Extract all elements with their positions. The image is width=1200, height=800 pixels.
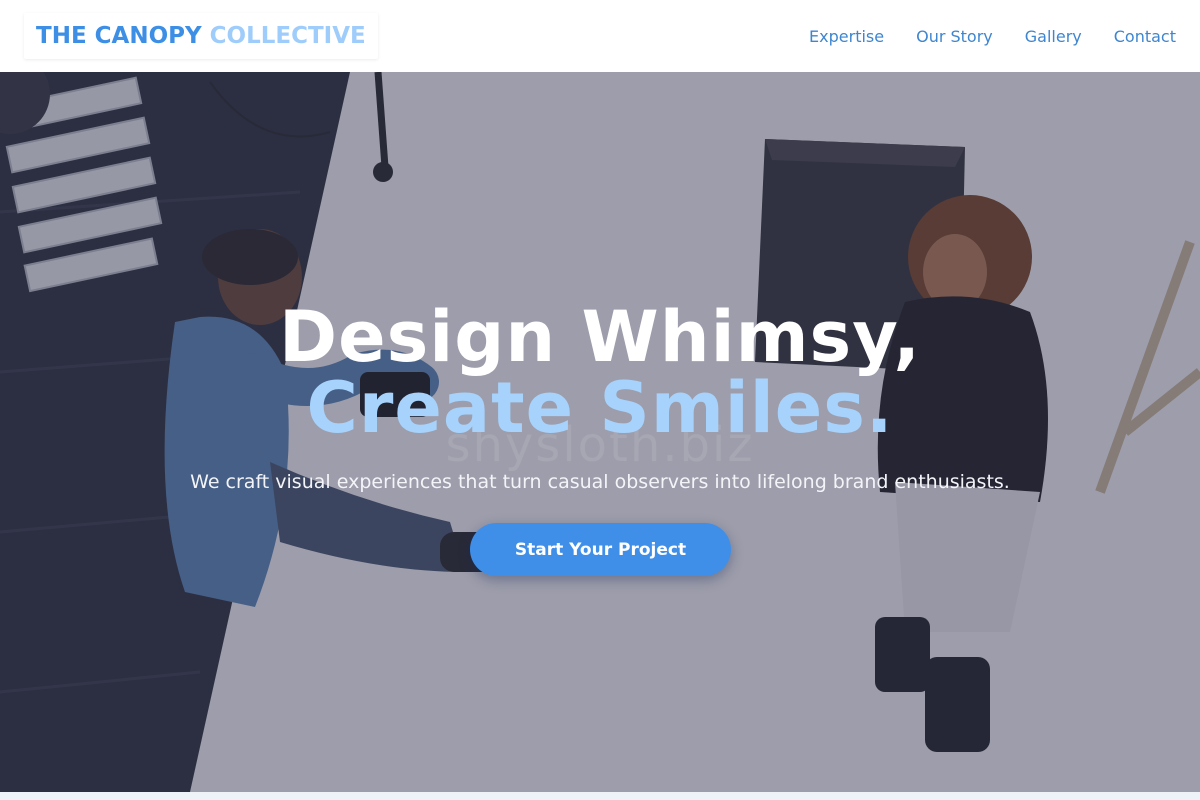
nav-link-expertise[interactable]: Expertise	[809, 27, 884, 46]
logo-primary-text: THE CANOPY	[36, 23, 202, 49]
hero-subheadline: We craft visual experiences that turn ca…	[190, 471, 1010, 493]
nav-link-gallery[interactable]: Gallery	[1025, 27, 1082, 46]
hero-section: shysloth.biz Design Whimsy, Create Smile…	[0, 72, 1200, 792]
next-section-edge	[0, 792, 1200, 800]
logo-secondary-text: COLLECTIVE	[209, 23, 366, 49]
nav-link-contact[interactable]: Contact	[1114, 27, 1176, 46]
hero-headline-line-1: Design Whimsy,	[279, 296, 921, 378]
brand-logo[interactable]: THE CANOPY COLLECTIVE	[24, 13, 378, 59]
start-project-button[interactable]: Start Your Project	[470, 523, 731, 576]
site-header: THE CANOPY COLLECTIVE Expertise Our Stor…	[0, 0, 1200, 72]
nav-link-our-story[interactable]: Our Story	[916, 27, 993, 46]
main-navigation: Expertise Our Story Gallery Contact	[777, 27, 1176, 46]
hero-headline-line-2: Create Smiles.	[306, 367, 894, 449]
hero-content: shysloth.biz Design Whimsy, Create Smile…	[0, 72, 1200, 792]
